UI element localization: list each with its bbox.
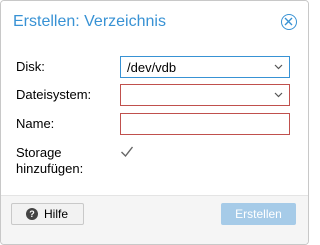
question-circle-icon: ? xyxy=(26,208,38,220)
storage-label-line1: Storage xyxy=(16,145,62,160)
storage-checkbox[interactable] xyxy=(120,145,134,159)
checkmark-icon xyxy=(121,146,134,158)
filesystem-label: Dateisystem: xyxy=(16,87,92,102)
name-label: Name: xyxy=(16,116,55,131)
disk-value: /dev/vdb xyxy=(127,60,177,75)
close-icon[interactable] xyxy=(281,14,297,30)
disk-label: Disk: xyxy=(16,59,45,74)
create-directory-dialog: Erstellen: Verzeichnis Disk: /dev/vdb Da… xyxy=(0,0,309,245)
dialog-title: Erstellen: Verzeichnis xyxy=(13,13,166,30)
dialog-footer: ? Hilfe Erstellen xyxy=(1,195,308,244)
filesystem-select[interactable] xyxy=(120,84,290,106)
chevron-down-icon xyxy=(274,92,283,98)
create-button[interactable]: Erstellen xyxy=(221,203,296,225)
disk-select[interactable]: /dev/vdb xyxy=(120,56,290,78)
name-input[interactable] xyxy=(120,113,290,135)
storage-label-line2: hinzufügen: xyxy=(16,161,84,176)
dialog-header: Erstellen: Verzeichnis xyxy=(1,1,308,42)
help-button[interactable]: ? Hilfe xyxy=(11,203,84,225)
chevron-down-icon xyxy=(274,64,283,70)
help-button-label: Hilfe xyxy=(44,207,69,221)
